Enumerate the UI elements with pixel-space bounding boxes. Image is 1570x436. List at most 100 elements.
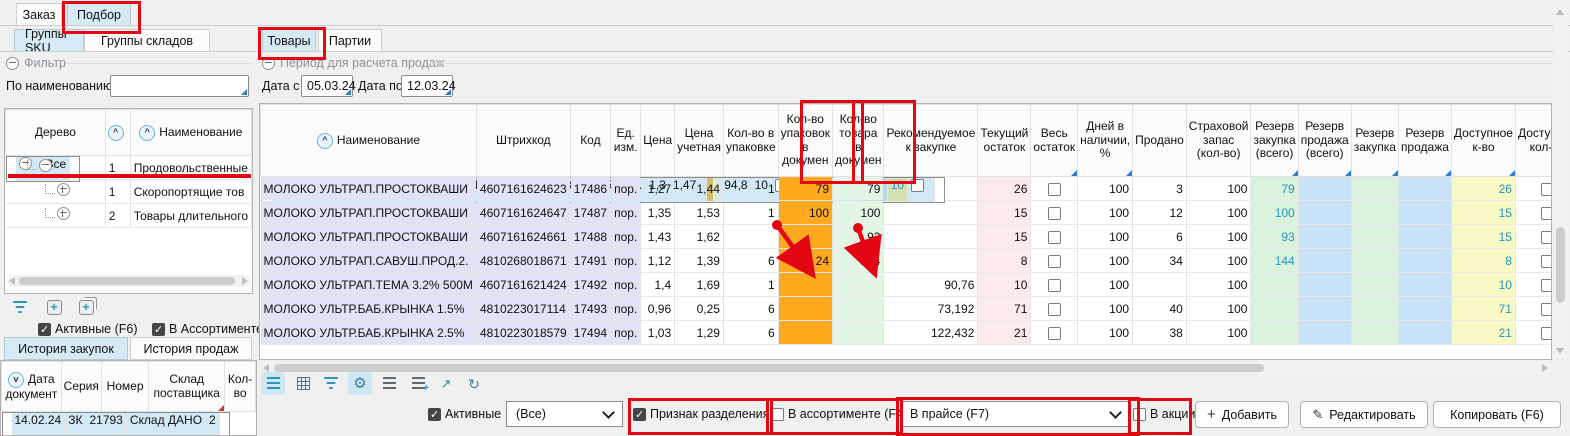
table-cell[interactable]: [723, 225, 778, 249]
purchase-history-table[interactable]: vДата документСерияНомерСклад поставщика…: [0, 360, 257, 436]
column-header[interactable]: Дней в наличии, %: [1078, 105, 1133, 177]
table-cell[interactable]: 8: [1451, 249, 1515, 273]
table-cell[interactable]: 1: [105, 180, 130, 204]
active-checkbox[interactable]: [428, 408, 441, 421]
table-cell[interactable]: 17486: [570, 177, 610, 201]
table-cell[interactable]: 1: [105, 156, 130, 180]
table-cell[interactable]: 34: [1133, 249, 1187, 273]
tab-sku-groups[interactable]: Группы SKU: [14, 29, 84, 52]
column-header[interactable]: Кол-во: [225, 362, 256, 412]
table-cell[interactable]: [1133, 273, 1187, 297]
collapse-icon[interactable]: [262, 57, 275, 70]
row-checkbox[interactable]: [1541, 255, 1552, 268]
column-header[interactable]: Страховой запас (кол-во): [1186, 105, 1251, 177]
table-cell[interactable]: 100: [1251, 201, 1298, 225]
table-cell[interactable]: [1351, 249, 1398, 273]
column-header[interactable]: Цена учетная: [675, 105, 724, 177]
table-cell[interactable]: [1298, 201, 1351, 225]
column-header[interactable]: ^Наименование: [261, 105, 477, 177]
table-cell[interactable]: 100: [1078, 297, 1133, 321]
expand-icon[interactable]: [57, 207, 70, 220]
table-cell[interactable]: 10: [1451, 273, 1515, 297]
table-cell[interactable]: [1031, 225, 1078, 249]
export-button[interactable]: ↗: [434, 372, 458, 395]
table-cell[interactable]: 100: [1186, 201, 1251, 225]
scroll-left-icon[interactable]: [9, 277, 15, 285]
column-header[interactable]: Продано: [1133, 105, 1187, 177]
table-cell[interactable]: [1398, 249, 1451, 273]
table-cell[interactable]: 17492: [570, 273, 610, 297]
table-cell[interactable]: 100: [1186, 321, 1251, 345]
scroll-down-icon[interactable]: [1556, 348, 1564, 354]
row-checkbox[interactable]: [1048, 183, 1061, 196]
table-cell[interactable]: [1351, 225, 1398, 249]
table-cell[interactable]: пор.: [611, 201, 641, 225]
column-header[interactable]: Кол-во упаковок в докумен: [778, 105, 832, 177]
row-checkbox[interactable]: [1541, 279, 1552, 292]
table-cell[interactable]: 24: [778, 249, 832, 273]
table-cell[interactable]: 6: [723, 297, 778, 321]
table-cell[interactable]: 17487: [570, 201, 610, 225]
table-cell[interactable]: [884, 225, 978, 249]
table-cell[interactable]: [1351, 273, 1398, 297]
table-cell[interactable]: 26: [978, 177, 1031, 201]
grid-view-button[interactable]: [291, 372, 315, 395]
table-cell[interactable]: 1,39: [675, 249, 724, 273]
add-to-list-button[interactable]: +: [406, 372, 430, 395]
assortment-f4-checkbox[interactable]: [771, 408, 784, 421]
column-header[interactable]: Склад поставщика: [149, 362, 225, 412]
table-cell[interactable]: 1,44: [675, 177, 724, 201]
table-cell[interactable]: 1: [723, 273, 778, 297]
table-cell[interactable]: [6, 156, 106, 180]
column-header[interactable]: Текущий остаток: [978, 105, 1031, 177]
table-cell[interactable]: 79: [1251, 177, 1298, 201]
table-cell[interactable]: 90,76: [884, 273, 978, 297]
table-row[interactable]: МОЛОКО УЛЬТРАП.ПРОСТОКВАШИ46071616246611…: [261, 225, 1553, 249]
table-cell[interactable]: 4810223017114: [476, 297, 570, 321]
table-cell[interactable]: [1515, 297, 1552, 321]
table-cell[interactable]: 73,192: [884, 297, 978, 321]
table-cell[interactable]: 8: [978, 249, 1031, 273]
table-cell[interactable]: 0,25: [675, 297, 724, 321]
table-cell[interactable]: [1398, 321, 1451, 345]
assortment-f4-checkbox-row[interactable]: В ассортименте (F4): [771, 401, 907, 427]
table-cell[interactable]: [6, 204, 106, 228]
table-cell[interactable]: 6: [1133, 225, 1187, 249]
table-cell[interactable]: [833, 273, 884, 297]
scrollbar-thumb[interactable]: [1556, 227, 1565, 303]
table-cell[interactable]: [1351, 177, 1398, 201]
tab-order[interactable]: Заказ: [16, 3, 62, 26]
table-cell[interactable]: 1: [723, 201, 778, 225]
table-cell[interactable]: [778, 225, 832, 249]
row-checkbox[interactable]: [1048, 303, 1061, 316]
table-cell[interactable]: [1515, 201, 1552, 225]
row-checkbox[interactable]: [1541, 183, 1552, 196]
column-header[interactable]: Резерв закупка (всего): [1251, 105, 1298, 177]
all-dropdown[interactable]: (Все): [506, 401, 623, 427]
table-cell[interactable]: 15: [1451, 225, 1515, 249]
table-cell[interactable]: 0,96: [641, 297, 675, 321]
list-view-button[interactable]: [261, 372, 285, 395]
table-cell[interactable]: [6, 180, 106, 204]
table-cell[interactable]: [1515, 177, 1552, 201]
date-to-input[interactable]: 12.03.24: [401, 75, 453, 97]
tree-filter-button[interactable]: [8, 296, 32, 319]
separation-sign-checkbox-row[interactable]: Признак разделения: [633, 401, 769, 427]
tab-parties[interactable]: Партии: [318, 29, 382, 52]
column-header[interactable]: Кол-во в упаковке: [723, 105, 778, 177]
scroll-right-icon[interactable]: [242, 277, 248, 285]
table-cell[interactable]: 1,35: [641, 201, 675, 225]
table-cell[interactable]: 1: [723, 177, 778, 201]
table-cell[interactable]: 100: [1078, 201, 1133, 225]
table-cell[interactable]: пор.: [611, 297, 641, 321]
table-cell[interactable]: 4607161624647: [476, 201, 570, 225]
table-cell[interactable]: 4607161624623: [476, 177, 570, 201]
table-cell[interactable]: 100: [1186, 177, 1251, 201]
column-header[interactable]: Штрихкод: [476, 105, 570, 177]
row-checkbox[interactable]: [1048, 327, 1061, 340]
table-cell[interactable]: [1298, 249, 1351, 273]
table-cell[interactable]: 26: [1451, 177, 1515, 201]
table-cell[interactable]: 4607161621424: [476, 273, 570, 297]
table-cell[interactable]: 79: [833, 177, 884, 201]
table-cell[interactable]: 100: [1078, 177, 1133, 201]
